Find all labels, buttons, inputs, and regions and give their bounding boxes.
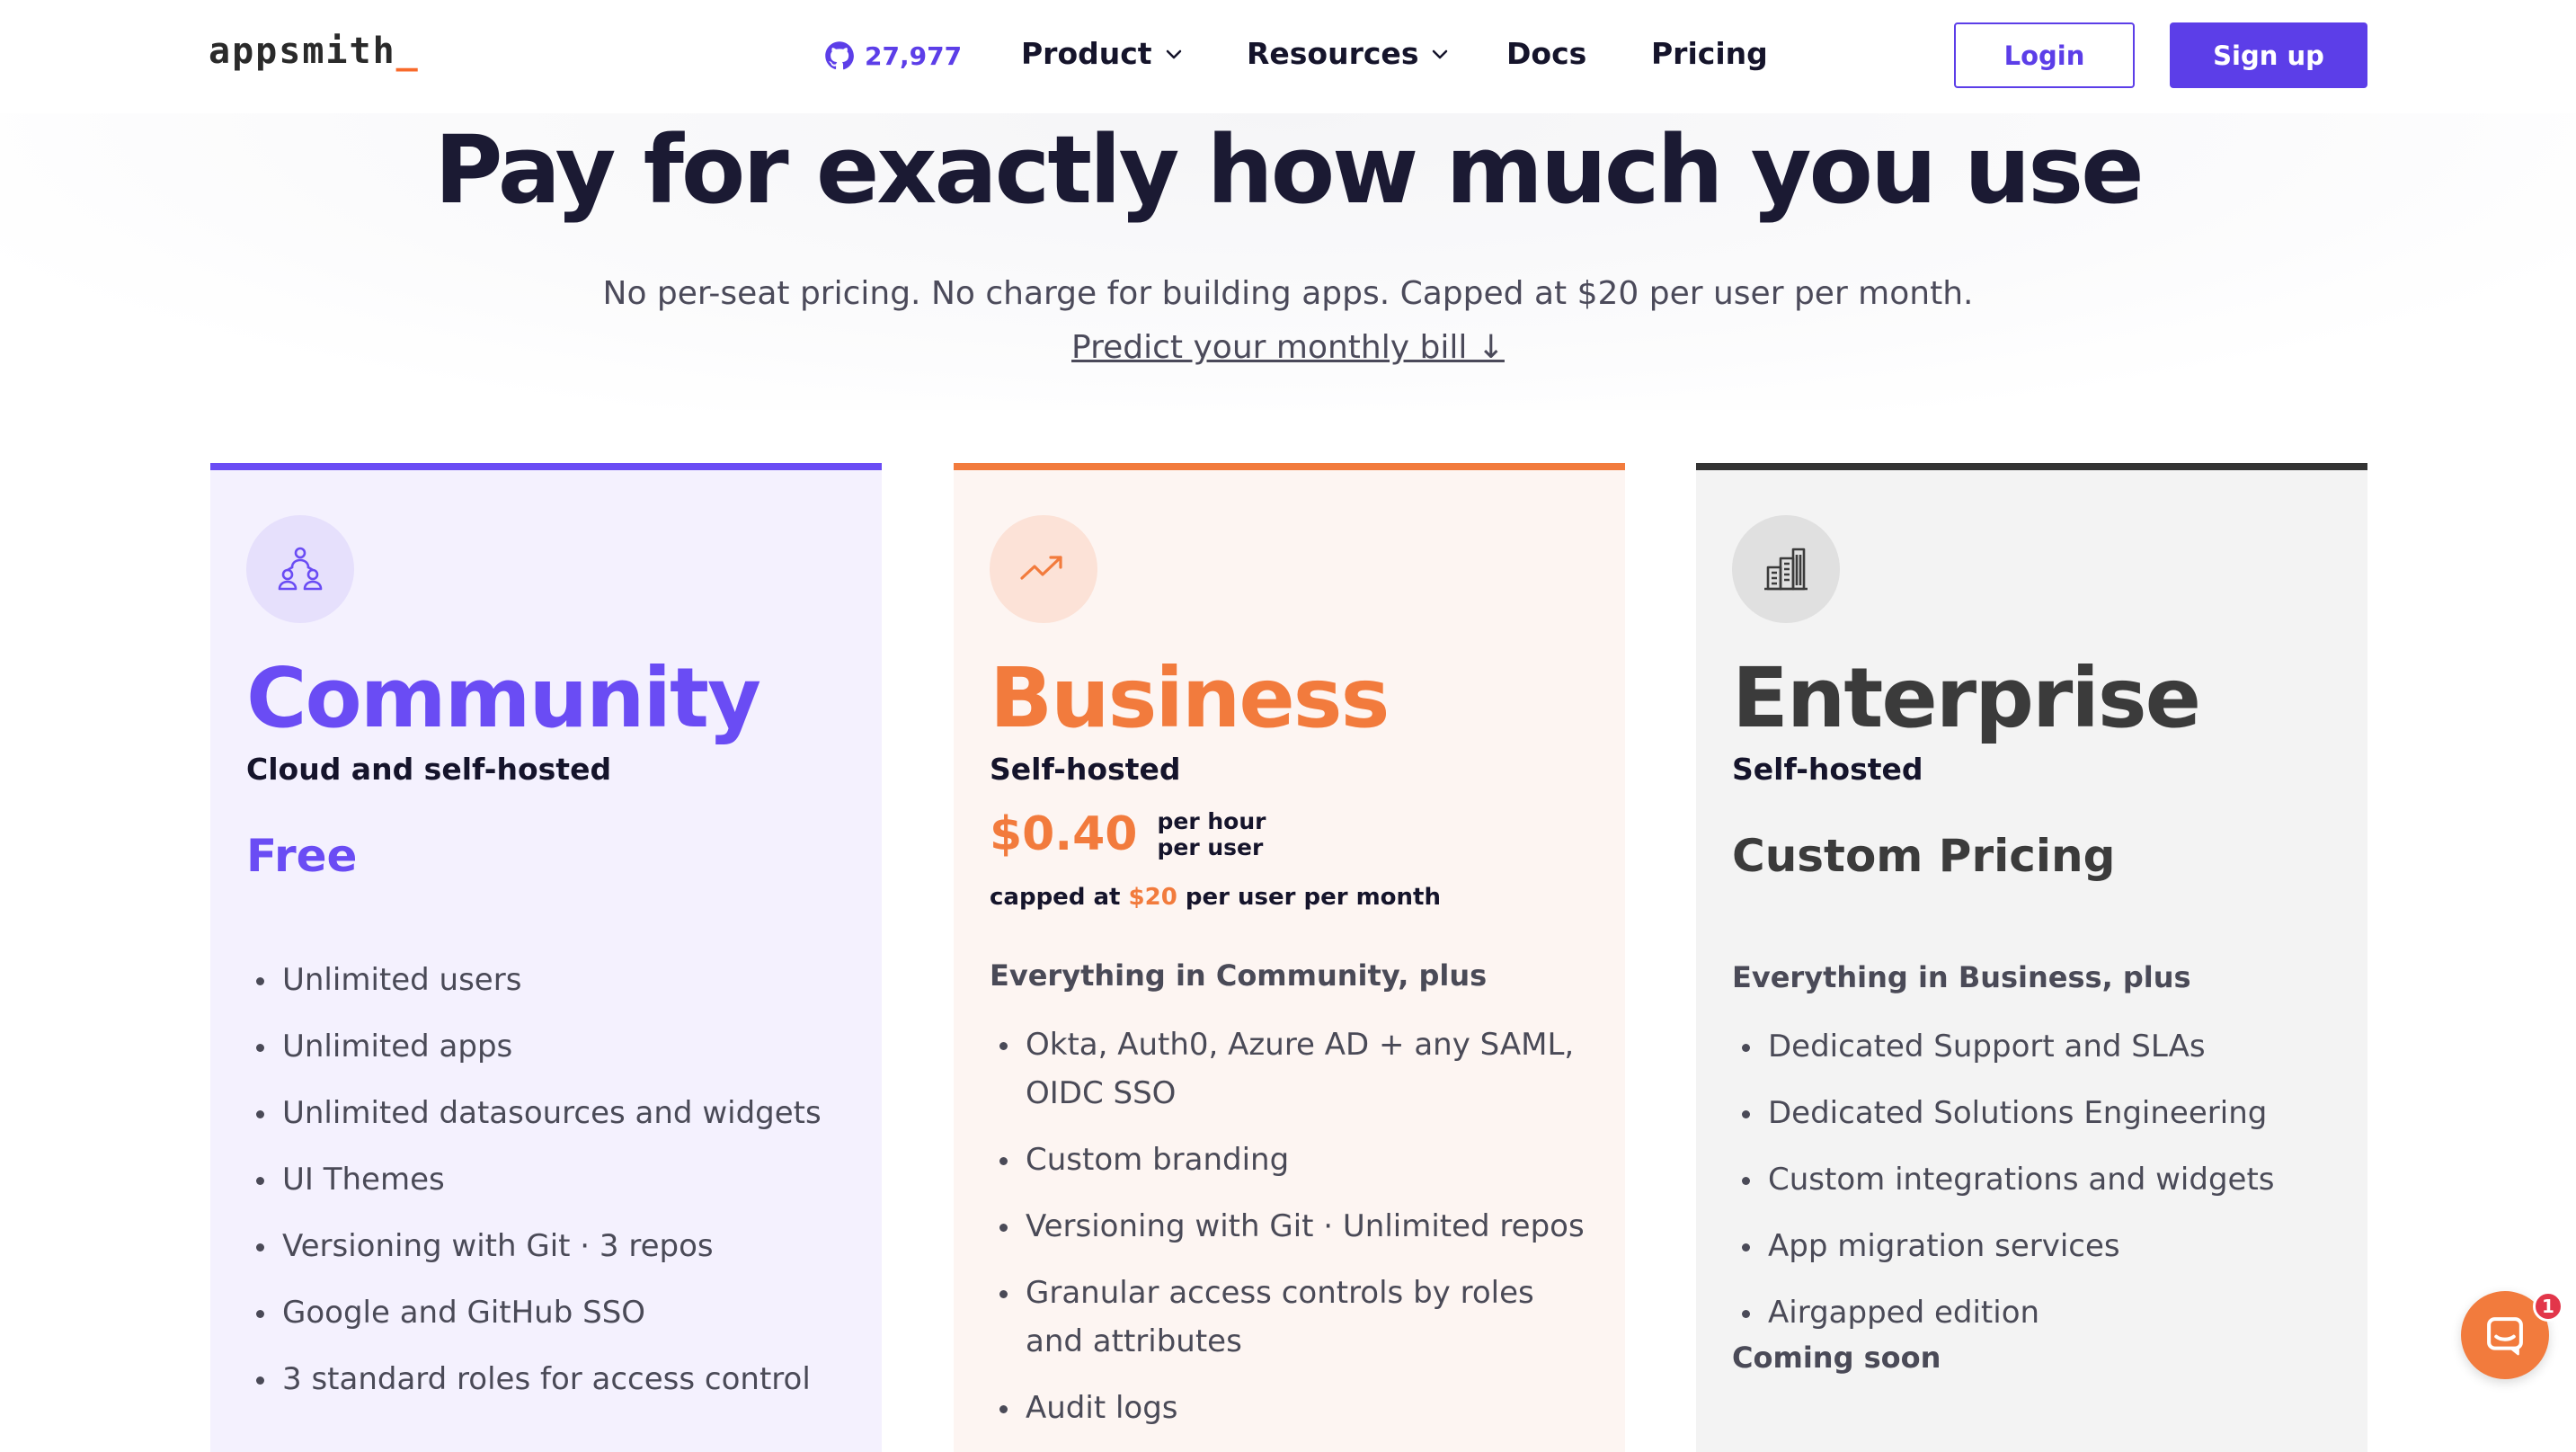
appsmith-logo[interactable]: appsmith_ [209,31,420,72]
price-units: per hour per user [1157,808,1266,860]
nav-product-label: Product [1021,36,1152,71]
plan-price: $0.40 [990,807,1138,861]
list-item: UI Themes [246,1155,857,1204]
building-icon [1732,515,1840,623]
list-item: 3 standard roles for access control [246,1355,857,1403]
notification-badge: 1 [2533,1291,2563,1322]
plan-name: Business [990,650,1390,746]
list-item: Dedicated Solutions Engineering [1732,1089,2343,1137]
list-item: Versioning with Git · Unlimited repos [990,1202,1601,1251]
list-item: Custom branding [990,1136,1601,1184]
feature-list: Dedicated Support and SLAs Dedicated Sol… [1732,1022,2343,1355]
chevron-down-icon [1166,49,1181,58]
plan-card-community: Community Cloud and self-hosted Free Unl… [210,463,882,1452]
nav-resources-label: Resources [1247,36,1419,71]
github-stars-count: 27,977 [865,40,963,71]
price-cap: capped at $20 per user per month [990,884,1441,911]
hero-subtitle: No per-seat pricing. No charge for build… [602,275,1974,312]
chat-icon [2487,1317,2523,1356]
list-item: Unlimited users [246,956,857,1004]
login-button[interactable]: Login [1954,22,2135,88]
plus-heading: Everything in Business, plus [1732,960,2191,994]
plan-card-enterprise: Enterprise Self-hosted Custom Pricing Ev… [1696,463,2367,1452]
plan-hosting: Self-hosted [990,752,1181,787]
list-item: Versioning with Git · 3 repos [246,1222,857,1270]
list-item: Airgapped edition [1732,1288,2343,1337]
github-stars-link[interactable]: 27,977 [823,40,962,72]
list-item: Unlimited apps [246,1022,857,1071]
chevron-down-icon [1433,49,1448,58]
list-item: Google and GitHub SSO [246,1288,857,1337]
coming-soon-label: Coming soon [1732,1341,1941,1375]
list-item: App migration services [1732,1222,2343,1270]
list-item: Custom integrations and widgets [1732,1155,2343,1204]
github-icon [825,41,854,70]
cap-suffix: per user per month [1177,884,1441,911]
price-row: $0.40 per hour per user [990,807,1266,861]
plan-name: Enterprise [1732,650,2201,746]
logo-cursor: _ [395,31,420,72]
cap-value: $20 [1128,884,1177,911]
plan-price: Custom Pricing [1732,830,2116,882]
nav-docs-label: Docs [1506,36,1587,71]
plan-name: Community [246,650,761,746]
signup-button[interactable]: Sign up [2170,22,2367,88]
nav-pricing[interactable]: Pricing [1651,36,1768,71]
top-navbar: appsmith_ 27,977 Product Resources Docs … [0,0,2576,113]
list-item: Audit logs [990,1384,1601,1432]
users-icon [246,515,354,623]
list-item: Unlimited datasources and widgets [246,1089,857,1137]
plan-hosting: Cloud and self-hosted [246,752,612,787]
plus-heading: Everything in Community, plus [990,958,1488,993]
price-unit-user: per user [1157,834,1264,860]
predict-bill-link[interactable]: Predict your monthly bill ↓ [0,329,2576,366]
feature-list: Okta, Auth0, Azure AD + any SAML, OIDC S… [990,1020,1601,1450]
page-title: Pay for exactly how much you use [434,115,2144,225]
trending-up-icon [990,515,1097,623]
list-item: Granular access controls by roles and at… [990,1269,1601,1366]
price-unit-hour: per hour [1157,808,1266,834]
plan-hosting: Self-hosted [1732,752,1923,787]
plan-price: Free [246,830,358,882]
list-item: Okta, Auth0, Azure AD + any SAML, OIDC S… [990,1020,1601,1118]
nav-pricing-label: Pricing [1651,36,1768,71]
nav-product[interactable]: Product [1021,36,1185,71]
list-item: Dedicated Support and SLAs [1732,1022,2343,1071]
nav-resources[interactable]: Resources [1247,36,1451,71]
plan-card-business: Business Self-hosted $0.40 per hour per … [954,463,1625,1452]
nav-docs[interactable]: Docs [1506,36,1586,71]
cap-prefix: capped at [990,884,1129,911]
feature-list: Unlimited users Unlimited apps Unlimited… [246,956,857,1421]
logo-text: appsmith [209,31,396,72]
